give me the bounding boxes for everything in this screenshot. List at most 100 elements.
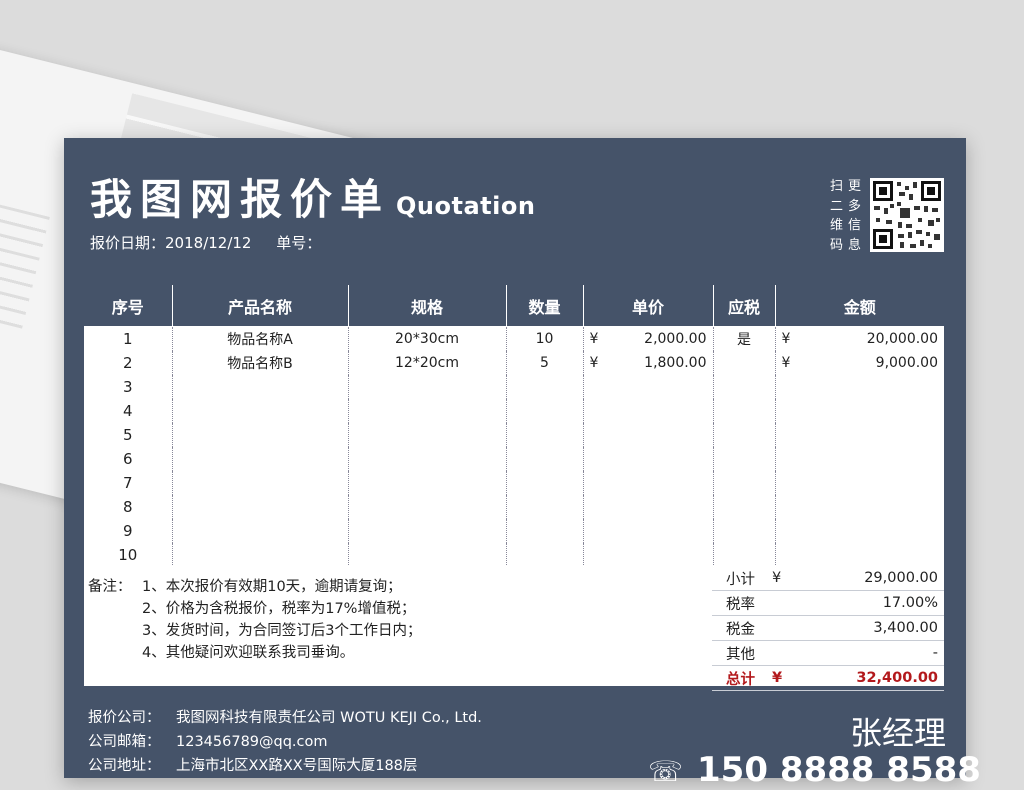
tax-rate-label: 税率: [726, 596, 755, 613]
meta-line: 报价日期：2018/12/12 单号：: [90, 232, 341, 253]
spec-cell: [347, 495, 507, 519]
taxable-cell: [712, 399, 776, 423]
quantity-cell: [505, 543, 584, 568]
table-header-row: 序号 产品名称 规格 数量 单价 应税 金额: [84, 285, 944, 327]
table-row: 1 物品名称A 20*30cm 10 ¥2,000.00 是 ¥20,000.00: [84, 326, 944, 351]
amount-cell: ¥9,000.00: [774, 351, 944, 375]
unit-price-cell-value: 2,000.00: [644, 331, 707, 347]
subtotal-currency: ¥: [772, 570, 782, 586]
spec-cell: [347, 471, 507, 495]
subtotal-row: 小计 ¥ 29,000.00: [712, 566, 944, 591]
taxable-cell: [712, 375, 776, 399]
amount-cell: [774, 495, 944, 519]
table-row: 3: [84, 375, 944, 399]
total-value: 32,400.00: [856, 670, 938, 686]
row-index: 9: [84, 519, 173, 543]
taxable-cell: 是: [712, 326, 776, 351]
tax-amount-row: 税金 3,400.00: [712, 616, 944, 641]
row-index: 1: [84, 326, 173, 351]
tax-amount-value: 3,400.00: [873, 620, 938, 636]
date-value: 2018/12/12: [165, 234, 252, 252]
date-label: 报价日期：: [90, 234, 166, 252]
row-index: 6: [84, 447, 173, 471]
other-value: -: [932, 645, 938, 661]
product-name-cell: [171, 519, 349, 543]
table-row: 10: [84, 543, 944, 568]
spec-cell: [347, 447, 507, 471]
subtotal-label: 小计: [726, 571, 755, 588]
currency-symbol: ¥: [589, 331, 599, 347]
row-index: 7: [84, 471, 173, 495]
unit-price-cell: ¥2,000.00: [582, 326, 714, 351]
subtotal-value: 29,000.00: [864, 570, 938, 586]
email-label: 公司邮箱：: [88, 734, 161, 750]
note-item: 3、发货时间，为合同签订后3个工作日内；: [142, 623, 422, 639]
note-item: 2、价格为含税报价，税率为17%增值税；: [142, 601, 416, 617]
table-row: 6: [84, 447, 944, 471]
amount-cell: [774, 375, 944, 399]
unit-price-cell: [582, 399, 714, 423]
page-title: 我图网报价单: [90, 175, 391, 224]
quantity-cell: [505, 423, 584, 447]
table-row: 7: [84, 471, 944, 495]
currency-symbol: ¥: [781, 331, 791, 347]
header-product-name: 产品名称: [171, 285, 349, 327]
amount-cell-value: 9,000.00: [875, 355, 938, 371]
total-currency: ¥: [772, 670, 783, 686]
unit-price-cell: [582, 543, 714, 568]
unit-price-cell: [582, 375, 714, 399]
quantity-cell: [505, 447, 584, 471]
page-subtitle: Quotation: [396, 192, 536, 220]
table-row: 4: [84, 399, 944, 423]
unit-price-cell: [582, 495, 714, 519]
company-info: 报价公司： 我图网科技有限责任公司 WOTU KEJI Co., Ltd. 公司邮…: [88, 706, 482, 778]
row-index: 10: [84, 543, 173, 568]
phone-number: ☏ 150 8888 8588: [648, 750, 981, 790]
currency-symbol: ¥: [589, 355, 599, 371]
unit-price-cell: [582, 447, 714, 471]
table-row: 9: [84, 519, 944, 543]
table-row: 5: [84, 423, 944, 447]
email-value[interactable]: 123456789@qq.com: [176, 730, 328, 754]
taxable-cell: [712, 423, 776, 447]
quantity-cell: 10: [505, 326, 584, 351]
quantity-cell: [505, 375, 584, 399]
amount-cell: [774, 471, 944, 495]
taxable-cell: [712, 519, 776, 543]
qr-code-icon[interactable]: [870, 178, 944, 252]
other-row: 其他 -: [712, 641, 944, 666]
other-label: 其他: [726, 646, 755, 663]
spec-cell: [347, 375, 507, 399]
header-index: 序号: [84, 285, 173, 327]
row-index: 5: [84, 423, 173, 447]
header-spec: 规格: [347, 285, 507, 327]
summary: 小计 ¥ 29,000.00 税率 17.00% 税金 3,400.00 其他 …: [712, 566, 944, 691]
quantity-cell: [505, 495, 584, 519]
unit-price-cell: [582, 423, 714, 447]
amount-cell: ¥20,000.00: [774, 326, 944, 351]
company-value: 我图网科技有限责任公司 WOTU KEJI Co., Ltd.: [176, 710, 482, 726]
product-name-cell: [171, 423, 349, 447]
row-index: 4: [84, 399, 173, 423]
address-value: 上海市北区XX路XX号国际大厦188层: [176, 758, 418, 774]
unit-price-cell: ¥1,800.00: [582, 351, 714, 375]
company-label: 报价公司：: [88, 710, 161, 726]
unit-price-cell: [582, 519, 714, 543]
phone-icon: ☏: [648, 755, 684, 788]
row-index: 2: [84, 351, 173, 375]
spec-cell: [347, 543, 507, 568]
product-name-cell: [171, 495, 349, 519]
quotation-card: 我图网报价单 Quotation 报价日期：2018/12/12 单号： 扫更 …: [64, 138, 981, 790]
product-name-cell: [171, 543, 349, 568]
taxable-cell: [712, 447, 776, 471]
amount-cell: [774, 519, 944, 543]
bottom-section: 备注： 1、本次报价有效期10天，逾期请复询； 2、价格为含税报价，税率为17%…: [84, 566, 944, 691]
note-item: 4、其他疑问欢迎联系我司垂询。: [142, 645, 355, 661]
tax-rate-value: 17.00%: [882, 595, 938, 611]
amount-cell: [774, 399, 944, 423]
quantity-cell: 5: [505, 351, 584, 375]
quantity-cell: [505, 519, 584, 543]
table-row: 8: [84, 495, 944, 519]
amount-cell: [774, 543, 944, 568]
amount-cell-value: 20,000.00: [866, 331, 938, 347]
